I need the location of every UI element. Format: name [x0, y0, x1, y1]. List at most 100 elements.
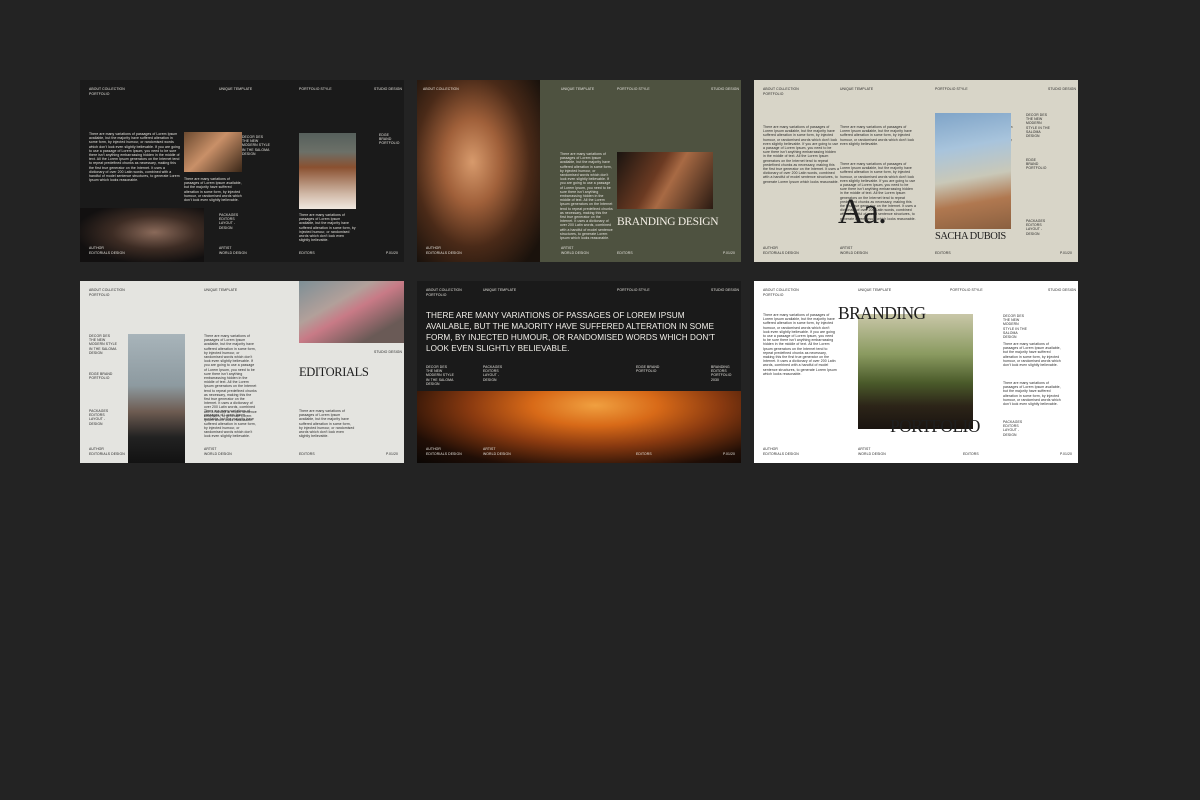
- label-editorials-design: EDITORIALS DESIGN: [89, 251, 125, 255]
- label-studio-design: STUDIO DESIGN: [1048, 87, 1077, 91]
- portrait-photo-large: [417, 80, 540, 262]
- label-page-number: P.01/20: [1060, 251, 1072, 255]
- body-text-short: There are many variations of passages of…: [299, 213, 356, 243]
- label-portfolio: PORTFOLIO: [89, 92, 110, 96]
- label-about-collection: ABOUT COLLECTION: [426, 288, 462, 292]
- label-author: AUTHOR: [426, 447, 441, 451]
- label-world-design: WORLD DESIGN: [840, 251, 868, 255]
- body-text: There are many variations of passages of…: [763, 313, 837, 376]
- label-packages: PACKAGES EDITORS LAYOUT - DESIGN: [1003, 420, 1023, 437]
- body-text: There are many variations of passages of…: [89, 132, 180, 183]
- label-unique-template: UNIQUE TEMPLATE: [561, 87, 595, 91]
- slide-title: BRANDING DESIGN: [617, 216, 719, 228]
- body-text: There are many variations of passages of…: [560, 152, 613, 241]
- label-page-number: P.01/20: [723, 251, 735, 255]
- label-new-modern: DECOR DES THE NEW MODERN STYLE IN THE SA…: [1026, 113, 1050, 139]
- body-text: There are many variations of passages of…: [763, 125, 839, 184]
- name-title: SACHA DUBOIS: [935, 231, 1006, 242]
- label-portfolio-style: PORTFOLIO STYLE: [617, 288, 650, 292]
- warm-light-photo: [417, 391, 741, 463]
- label-artist: ARTIST: [561, 246, 574, 250]
- label-portfolio: PORTFOLIO: [763, 293, 784, 297]
- label-world-design: WORLD DESIGN: [858, 452, 886, 456]
- label-portfolio-style: PORTFOLIO STYLE: [617, 87, 650, 91]
- label-studio-design: STUDIO DESIGN: [374, 87, 403, 91]
- label-unique-template: UNIQUE TEMPLATE: [483, 288, 517, 292]
- label-portfolio: PORTFOLIO: [89, 293, 110, 297]
- label-packages: PACKAGES EDITORS LAYOUT - DESIGN: [89, 409, 109, 426]
- label-author: AUTHOR: [89, 447, 104, 451]
- label-editors: EDITORS: [299, 452, 315, 456]
- label-world-design: WORLD DESIGN: [561, 251, 589, 255]
- label-world-design: WORLD DESIGN: [219, 251, 247, 255]
- label-editorials-design: EDITORIALS DESIGN: [89, 452, 125, 456]
- label-studio-design: STUDIO DESIGN: [711, 288, 740, 292]
- slide-title: EDITORIALS: [299, 365, 369, 379]
- hair-photo: [617, 152, 713, 209]
- label-edge-brand: EDGE BRAND PORTFOLIO: [379, 133, 400, 146]
- label-branding-portfolio: BRANDING EDITORS PORTFOLIO 2030: [711, 365, 732, 382]
- slide-6[interactable]: ABOUT COLLECTION PORTFOLIO UNIQUE TEMPLA…: [754, 281, 1078, 463]
- body-text-short: There are many variations of passages of…: [204, 409, 256, 439]
- label-about-collection: ABOUT COLLECTION: [763, 288, 799, 292]
- slide-3[interactable]: ABOUT COLLECTION PORTFOLIO UNIQUE TEMPLA…: [754, 80, 1078, 262]
- label-packages: PACKAGES EDITORS LAYOUT - DESIGN: [483, 365, 503, 382]
- label-new-modern: DECOR DES THE NEW MODERN STYLE IN THE SA…: [426, 365, 454, 386]
- label-edge-brand: EDGE BRAND PORTFOLIO: [636, 365, 660, 374]
- label-about-collection: ABOUT COLLECTION: [763, 87, 799, 91]
- label-page-number: P.01/20: [723, 452, 735, 456]
- label-world-design: WORLD DESIGN: [204, 452, 232, 456]
- label-editors: EDITORS: [636, 452, 652, 456]
- label-studio-design: STUDIO DESIGN: [711, 87, 740, 91]
- slide-4[interactable]: ABOUT COLLECTION PORTFOLIO UNIQUE TEMPLA…: [80, 281, 404, 463]
- label-studio-design: STUDIO DESIGN: [374, 350, 403, 354]
- label-editors: EDITORS: [299, 251, 315, 255]
- label-artist: ARTIST: [840, 246, 853, 250]
- portrait-photo-tall: [128, 334, 185, 463]
- body-text-short-2: There are many variations of passages of…: [299, 409, 355, 439]
- label-portfolio-style: PORTFOLIO STYLE: [935, 87, 968, 91]
- label-edge-brand: EDGE BRAND PORTFOLIO: [89, 372, 113, 381]
- portrait-photo-pink-hair: [299, 281, 404, 343]
- body-text-short: There are many variations of passages of…: [1003, 342, 1061, 368]
- label-editorials-design: EDITORIALS DESIGN: [426, 251, 462, 255]
- title-branding: BRANDING: [838, 303, 926, 323]
- slide-2[interactable]: ABOUT COLLECTION UNIQUE TEMPLATE PORTFOL…: [417, 80, 741, 262]
- slide-1[interactable]: ABOUT COLLECTION PORTFOLIO UNIQUE TEMPLA…: [80, 80, 404, 262]
- portrait-photo-small: [184, 132, 242, 172]
- label-author: AUTHOR: [763, 246, 778, 250]
- label-artist: ARTIST: [219, 246, 232, 250]
- label-page-number: P.01/20: [386, 251, 398, 255]
- label-edge-brand: EDGE BRAND PORTFOLIO: [1026, 158, 1047, 171]
- label-packages: PACKAGES EDITORS LAYOUT - DESIGN: [219, 213, 239, 230]
- label-author: AUTHOR: [89, 246, 104, 250]
- body-text-2: There are many variations of passages of…: [840, 125, 915, 146]
- label-portfolio-style: PORTFOLIO STYLE: [299, 87, 332, 91]
- label-page-number: P.01/20: [386, 452, 398, 456]
- label-editors: EDITORS: [617, 251, 633, 255]
- headline-text: THERE ARE MANY VARIATIONS OF PASSAGES OF…: [426, 311, 715, 353]
- label-portfolio-style: PORTFOLIO STYLE: [950, 288, 983, 292]
- label-editorials-design: EDITORIALS DESIGN: [426, 452, 462, 456]
- label-artist: ARTIST: [204, 447, 217, 451]
- label-unique-template: UNIQUE TEMPLATE: [840, 87, 874, 91]
- label-artist: ARTIST: [483, 447, 496, 451]
- label-new-modern: DECOR DES THE NEW MODERN STYLE IN THE SA…: [89, 334, 117, 355]
- label-editors: EDITORS: [935, 251, 951, 255]
- label-page-number: P.01/20: [1060, 452, 1072, 456]
- body-text-short: There are many variations of passages of…: [184, 177, 242, 203]
- label-new-modern: DECOR DES THE NEW MODERN STYLE IN THE SA…: [242, 135, 270, 156]
- label-studio-design: STUDIO DESIGN: [1048, 288, 1077, 292]
- label-editors: EDITORS: [963, 452, 979, 456]
- label-unique-template: UNIQUE TEMPLATE: [858, 288, 892, 292]
- label-packages: PACKAGES EDITORS LAYOUT - DESIGN: [1026, 219, 1046, 236]
- label-world-design: WORLD DESIGN: [483, 452, 511, 456]
- label-editorials-design: EDITORIALS DESIGN: [763, 251, 799, 255]
- label-author: AUTHOR: [763, 447, 778, 451]
- label-author: AUTHOR: [426, 246, 441, 250]
- body-text-short-2: There are many variations of passages of…: [1003, 381, 1061, 407]
- portrait-photo-field: [858, 314, 973, 429]
- slide-5[interactable]: ABOUT COLLECTION PORTFOLIO UNIQUE TEMPLA…: [417, 281, 741, 463]
- label-editorials-design: EDITORIALS DESIGN: [763, 452, 799, 456]
- flowers-portrait-photo: [935, 113, 1011, 229]
